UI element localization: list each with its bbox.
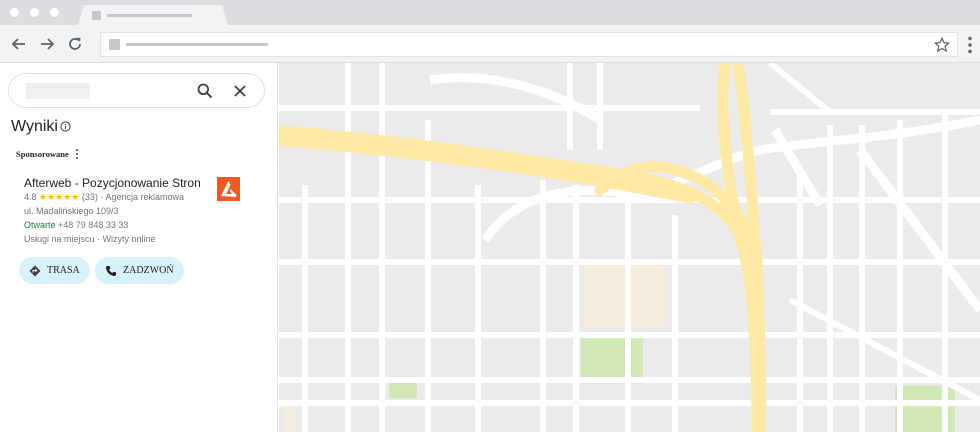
tab-favicon [92, 11, 101, 20]
listing-hours-line: Otwarte +48 79 848 33 33 [24, 220, 128, 230]
listing-category: Agencja reklamowa [105, 192, 184, 202]
star-icon[interactable] [933, 36, 951, 54]
building-area [284, 405, 296, 432]
site-icon [109, 39, 120, 50]
call-button[interactable]: ZADZWOŃ [95, 257, 184, 284]
results-panel: Wyniki Sponsorowane Afterweb - Pozycjono… [0, 63, 278, 432]
route-button[interactable]: TRASA [19, 257, 90, 284]
search-icon[interactable] [196, 82, 214, 100]
forward-arrow-icon[interactable] [37, 34, 57, 54]
results-title: Wyniki [11, 118, 58, 135]
address-bar[interactable] [100, 32, 958, 57]
reload-icon[interactable] [65, 34, 85, 54]
tab-title-placeholder [107, 14, 192, 17]
listing-rating-line: 4.8 ★★★★★ (33) · Agencja reklamowa [24, 192, 184, 203]
listing-name[interactable]: Afterweb - Pozycjonowanie Stron [24, 176, 201, 190]
search-input[interactable] [8, 73, 265, 108]
business-logo-icon[interactable] [217, 177, 240, 201]
rating-value: 4.8 [24, 192, 37, 202]
menu-dots-icon[interactable] [966, 36, 974, 54]
map-graphic [279, 63, 980, 432]
rating-stars: ★★★★★ [39, 192, 80, 202]
window-control-close[interactable] [10, 8, 19, 17]
tab-bar [0, 0, 980, 25]
close-icon[interactable] [231, 82, 249, 100]
map-canvas[interactable] [279, 63, 980, 432]
directions-icon [29, 265, 41, 276]
phone-icon [106, 265, 116, 276]
window-control-maximize[interactable] [50, 8, 59, 17]
sponsored-label: Sponsorowane [16, 149, 69, 159]
open-status: Otwarte [24, 220, 56, 230]
window-control-minimize[interactable] [30, 8, 39, 17]
listing-services: Usługi na miejscu · Wizyty online [24, 234, 156, 244]
separator-dot: · [100, 192, 104, 202]
review-count[interactable]: (33) [82, 192, 98, 202]
back-arrow-icon[interactable] [9, 34, 29, 54]
browser-tab[interactable] [78, 5, 228, 25]
url-placeholder [126, 43, 268, 46]
listing-address: ul. Madalińskiego 109/3 [24, 206, 119, 216]
info-icon[interactable] [60, 121, 71, 132]
call-button-label: ZADZWOŃ [123, 265, 174, 276]
route-button-label: TRASA [47, 265, 80, 276]
search-query-placeholder [26, 83, 90, 99]
browser-toolbar [0, 25, 980, 63]
listing-phone: +48 79 848 33 33 [58, 220, 129, 230]
park-area [581, 337, 643, 383]
park-area [389, 382, 417, 398]
more-options-icon[interactable] [74, 148, 80, 160]
